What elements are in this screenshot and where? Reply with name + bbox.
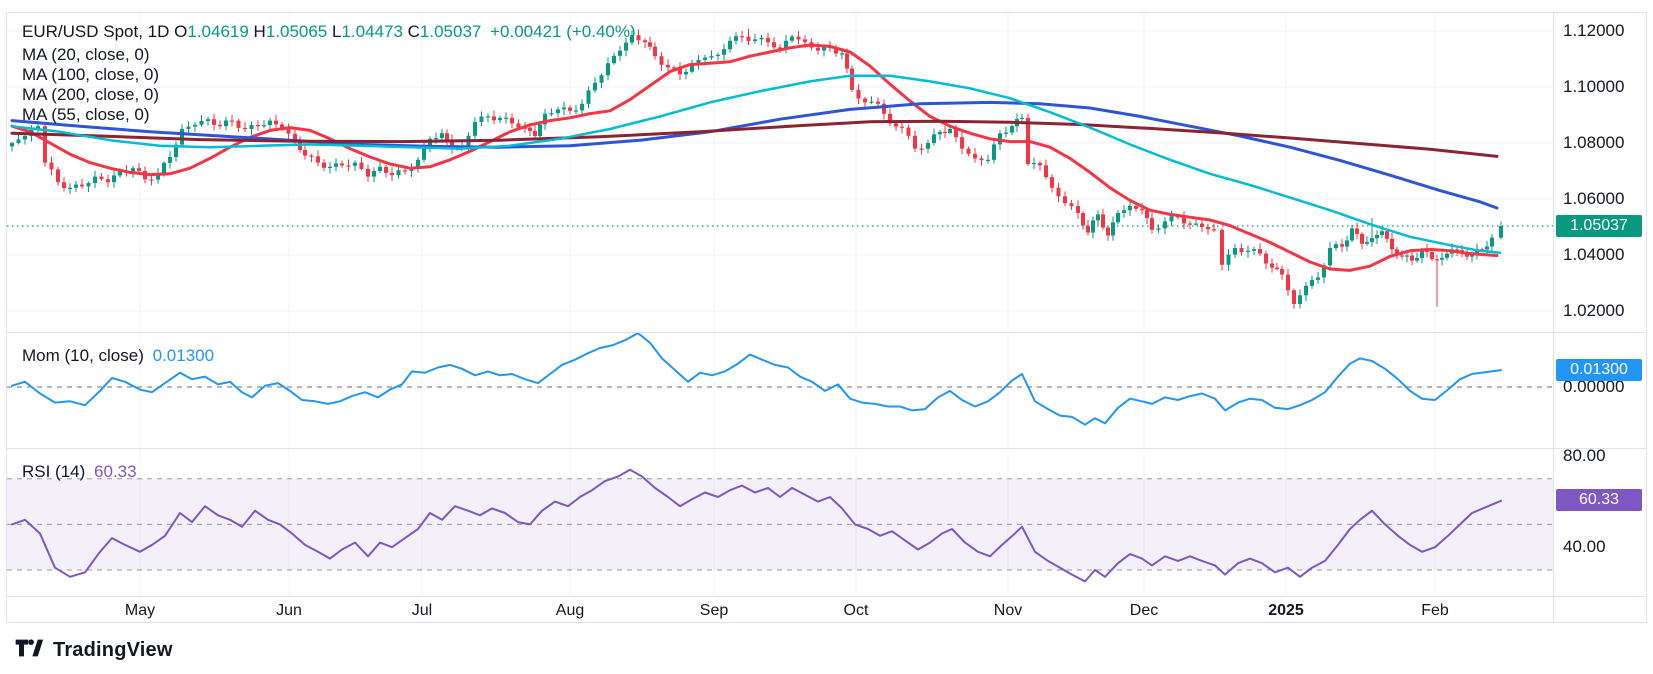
ma-55-label: MA (55, close, 0) — [22, 105, 150, 124]
price-axis-label: 1.10000 — [1563, 77, 1624, 97]
time-axis-label: Oct — [844, 602, 869, 620]
symbol-title: EUR/USD Spot, 1D — [22, 22, 169, 41]
momentum-value-badge: 0.01300 — [1556, 359, 1642, 381]
tradingview-logo-icon — [14, 636, 44, 665]
rsi-axis-label: 40.00 — [1563, 537, 1606, 557]
time-axis-label: Dec — [1130, 602, 1158, 620]
ma-20-label: MA (20, close, 0) — [22, 45, 150, 64]
rsi-title: RSI (14) — [22, 462, 85, 481]
ma-100-legend[interactable]: MA (100, close, 0) — [22, 65, 159, 85]
momentum-value: 0.01300 — [153, 346, 214, 365]
price-axis-label: 1.08000 — [1563, 133, 1624, 153]
ma-200-legend[interactable]: MA (200, close, 0) — [22, 85, 159, 105]
tradingview-logo-text: TradingView — [53, 639, 173, 662]
time-axis-label: Jun — [276, 602, 302, 620]
rsi-legend[interactable]: RSI (14) 60.33 — [22, 462, 137, 482]
rsi-value: 60.33 — [94, 462, 137, 481]
time-axis-label: Jul — [412, 602, 432, 620]
symbol-legend[interactable]: EUR/USD Spot, 1D O1.04619 H1.05065 L1.04… — [22, 22, 636, 42]
time-axis-label: Feb — [1421, 602, 1449, 620]
ma-100-label: MA (100, close, 0) — [22, 65, 159, 84]
price-axis-label: 1.02000 — [1563, 301, 1624, 321]
ma-55-legend[interactable]: MA (55, close, 0) — [22, 105, 150, 125]
change-value: +0.00421 (+0.40%) — [490, 22, 636, 41]
rsi-axis-label: 80.00 — [1563, 446, 1606, 466]
time-axis-label: Sep — [700, 602, 728, 620]
momentum-legend[interactable]: Mom (10, close) 0.01300 — [22, 346, 214, 366]
tradingview-chart-widget: EUR/USD Spot, 1D O1.04619 H1.05065 L1.04… — [0, 0, 1653, 674]
rsi-value-badge: 60.33 — [1556, 489, 1642, 511]
price-axis-label: 1.06000 — [1563, 189, 1624, 209]
time-axis-label: May — [125, 602, 155, 620]
chart-canvas[interactable] — [0, 0, 1653, 674]
tradingview-logo[interactable]: TradingView — [14, 636, 173, 665]
time-axis-label: Aug — [556, 602, 584, 620]
time-axis-label: Nov — [994, 602, 1022, 620]
time-axis-label: 2025 — [1268, 602, 1304, 620]
ohlc-values: O1.04619 H1.05065 L1.04473 C1.05037 — [174, 22, 481, 41]
ma-200-label: MA (200, close, 0) — [22, 85, 159, 104]
last-price-badge: 1.05037 — [1556, 215, 1642, 237]
price-axis-label: 1.12000 — [1563, 21, 1624, 41]
momentum-title: Mom (10, close) — [22, 346, 144, 365]
ma-20-legend[interactable]: MA (20, close, 0) — [22, 45, 150, 65]
price-axis-label: 1.04000 — [1563, 245, 1624, 265]
